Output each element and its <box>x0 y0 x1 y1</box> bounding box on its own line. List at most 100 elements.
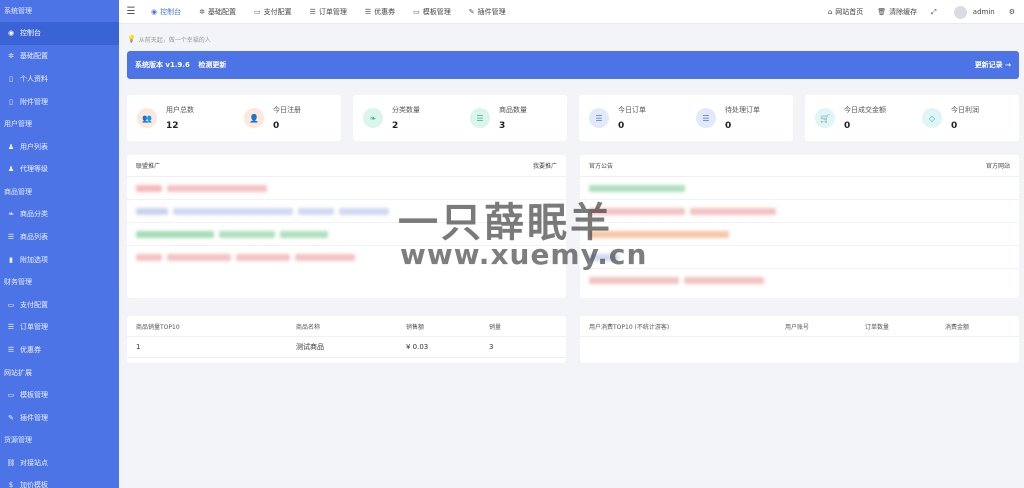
stat-label: 今日成交金额 <box>844 106 886 114</box>
sidebar-group-title: 网站扩展 <box>4 368 32 377</box>
stat-value: 0 <box>951 121 958 131</box>
stat-label: 今日注册 <box>273 106 301 114</box>
sidebar-item-label: 对接站点 <box>20 458 48 467</box>
top-tables: 商品销量TOP10 商品名称 销售额 销量 1 测试商品 ¥ 0.03 3 用户消费TOP1… <box>127 316 1019 363</box>
diamond-icon: ◇ <box>922 108 942 128</box>
daily-quote: 💡 从前天起，做一个幸福的人 <box>127 32 1019 46</box>
sidebar-item[interactable]: ▭ 支付配置 <box>0 293 119 316</box>
notice-panel: 官方公告 官方网站 <box>580 155 1019 298</box>
sidebar-item[interactable]: $ 加价模板 <box>0 474 119 488</box>
gear-icon: ✲ <box>8 52 14 61</box>
top-tab-label: 控制台 <box>160 7 182 16</box>
file-icon: ▯ <box>9 97 13 106</box>
sidebar-item[interactable]: ♟ 用户列表 <box>0 135 119 158</box>
top-tab[interactable]: ✎ 插件管理 <box>469 7 506 17</box>
list-item[interactable] <box>580 269 1019 292</box>
sidebar-item-label: 附件管理 <box>20 97 48 106</box>
card-icon: ▭ <box>253 7 261 16</box>
sidebar-group-title: 财务管理 <box>4 278 32 287</box>
table-cell: 消费金额 <box>945 323 970 331</box>
top-tab[interactable]: ◉ 控制台 <box>151 7 181 17</box>
top-tab[interactable]: ✲ 基础配置 <box>199 7 236 17</box>
stats-row: 👥 用户总数 12 👤 今日注册 0 ❧ 分类数量 2 ☰ 商品数量 3 ☰ 今日订单 0 ☰ 待处理订单 0 🛒 今… <box>127 95 1019 141</box>
check-update-link[interactable]: 检测更新 <box>198 61 226 69</box>
expand-icon: ⤢ <box>931 7 937 16</box>
sidebar-item[interactable]: ☰ 商品列表 <box>0 226 119 249</box>
table-cell: 1 <box>136 343 141 351</box>
user-icon: ♟ <box>7 165 15 174</box>
list-item[interactable] <box>580 177 1019 200</box>
sidebar-item[interactable]: ☰ 优惠券 <box>0 339 119 362</box>
sidebar-item-label: 优惠券 <box>20 346 41 355</box>
sidebar-item[interactable]: ▮ 附加选项 <box>0 248 119 271</box>
sidebar-item[interactable]: ◉ 控制台 <box>0 22 119 45</box>
sidebar-item[interactable]: ⛓ 对接站点 <box>0 451 119 474</box>
stat-value: 0 <box>618 121 625 131</box>
sidebar-item[interactable]: ♟ 代理等级 <box>0 158 119 181</box>
stat-value: 3 <box>499 121 506 131</box>
sidebar-item[interactable]: ❧ 商品分类 <box>0 203 119 226</box>
stat-value: 0 <box>844 121 851 131</box>
sidebar-item[interactable]: ▯ 个人资料 <box>0 68 119 91</box>
top-tab[interactable]: ▭ 模板管理 <box>413 7 451 17</box>
user-menu[interactable]: admin <box>953 5 995 19</box>
table-cell: 用户消费TOP10 (不统计游客) <box>589 323 670 331</box>
table-cell: 商品名称 <box>296 323 321 331</box>
sidebar-item[interactable]: ✲ 基础配置 <box>0 45 119 68</box>
table-body: 1 测试商品 ¥ 0.03 3 <box>127 337 566 358</box>
sidebar-item-label: 控制台 <box>20 29 41 38</box>
users-icon: 👥 <box>137 108 157 128</box>
sidebar-item[interactable]: ▯ 附件管理 <box>0 90 119 113</box>
dollar-icon: $ <box>8 481 14 488</box>
version-text: 系统版本 v1.9.6 <box>135 61 190 69</box>
stat-label: 用户总数 <box>166 106 194 114</box>
version-bar: 系统版本 v1.9.6 检测更新 更新记录 → <box>127 51 1019 79</box>
stat-card: 👥 用户总数 12 👤 今日注册 0 <box>127 95 341 141</box>
table-cell: 订单数量 <box>865 323 890 331</box>
top-tab[interactable]: ▭ 支付配置 <box>254 7 292 17</box>
site-home-label: 网站首页 <box>835 8 864 16</box>
list-item[interactable] <box>580 200 1019 223</box>
top-tab[interactable]: ☰ 订单管理 <box>310 7 347 17</box>
promo-action-link[interactable]: 我要推广 <box>533 161 557 170</box>
user-icon: 👤 <box>244 108 264 128</box>
list-icon: ☰ <box>7 346 15 355</box>
table-cell: 商品销量TOP10 <box>136 323 180 331</box>
sidebar-item-label: 代理等级 <box>20 165 48 174</box>
version-info: 系统版本 v1.9.6 检测更新 <box>135 60 232 70</box>
stat-label: 商品数量 <box>499 106 527 114</box>
stat-value: 0 <box>273 121 280 131</box>
settings-button[interactable]: ⚙ <box>1009 8 1018 16</box>
clear-cache-button[interactable]: 🗑 清除缓存 <box>877 7 917 17</box>
list-icon: ☰ <box>470 108 490 128</box>
sidebar-item[interactable]: ☰ 订单管理 <box>0 316 119 339</box>
file-icon: ▯ <box>9 74 13 83</box>
site-home-link[interactable]: ⌂ 网站首页 <box>828 7 863 17</box>
changelog-link[interactable]: 更新记录 → <box>975 60 1011 70</box>
top-tab-label: 基础配置 <box>207 7 236 16</box>
list-icon: ☰ <box>364 7 372 16</box>
monitor-icon: ▭ <box>413 7 420 16</box>
top-tab-label: 订单管理 <box>318 7 347 16</box>
top-tab[interactable]: ☰ 优惠券 <box>365 7 395 17</box>
topbar-right: ⌂ 网站首页 🗑 清除缓存 ⤢ admin ⚙ <box>814 0 1018 24</box>
official-site-link[interactable]: 官方网站 <box>986 161 1010 170</box>
menu-toggle-icon[interactable]: ☰ <box>119 6 143 17</box>
sidebar-item[interactable]: ▭ 模板管理 <box>0 384 119 407</box>
trash-icon: 🗑 <box>877 8 887 16</box>
fullscreen-button[interactable]: ⤢ <box>931 8 940 17</box>
sidebar: 系统管理 ◉ 控制台 ✲ 基础配置 ▯ 个人资料 ▯ 附件管理 用户管理 ♟ 用户列表 ♟ 代理等级 商品管… <box>0 0 119 488</box>
table-cell: 销售额 <box>406 323 425 331</box>
sidebar-group-title: 系统管理 <box>4 7 32 15</box>
sidebar-item[interactable]: ✎ 插件管理 <box>0 406 119 429</box>
sidebar-group-title: 用户管理 <box>4 120 32 129</box>
gear-icon: ✲ <box>199 7 205 16</box>
home-icon: ⌂ <box>827 8 833 16</box>
stat-label: 今日利润 <box>951 106 979 114</box>
sidebar-item-label: 加价模板 <box>20 481 48 488</box>
link-icon: ⛓ <box>6 458 16 467</box>
dashboard-icon: ◉ <box>7 29 15 38</box>
cart-icon: 🛒 <box>815 108 835 128</box>
leaf-icon: ❧ <box>8 210 14 219</box>
table-cell: 3 <box>489 343 494 351</box>
